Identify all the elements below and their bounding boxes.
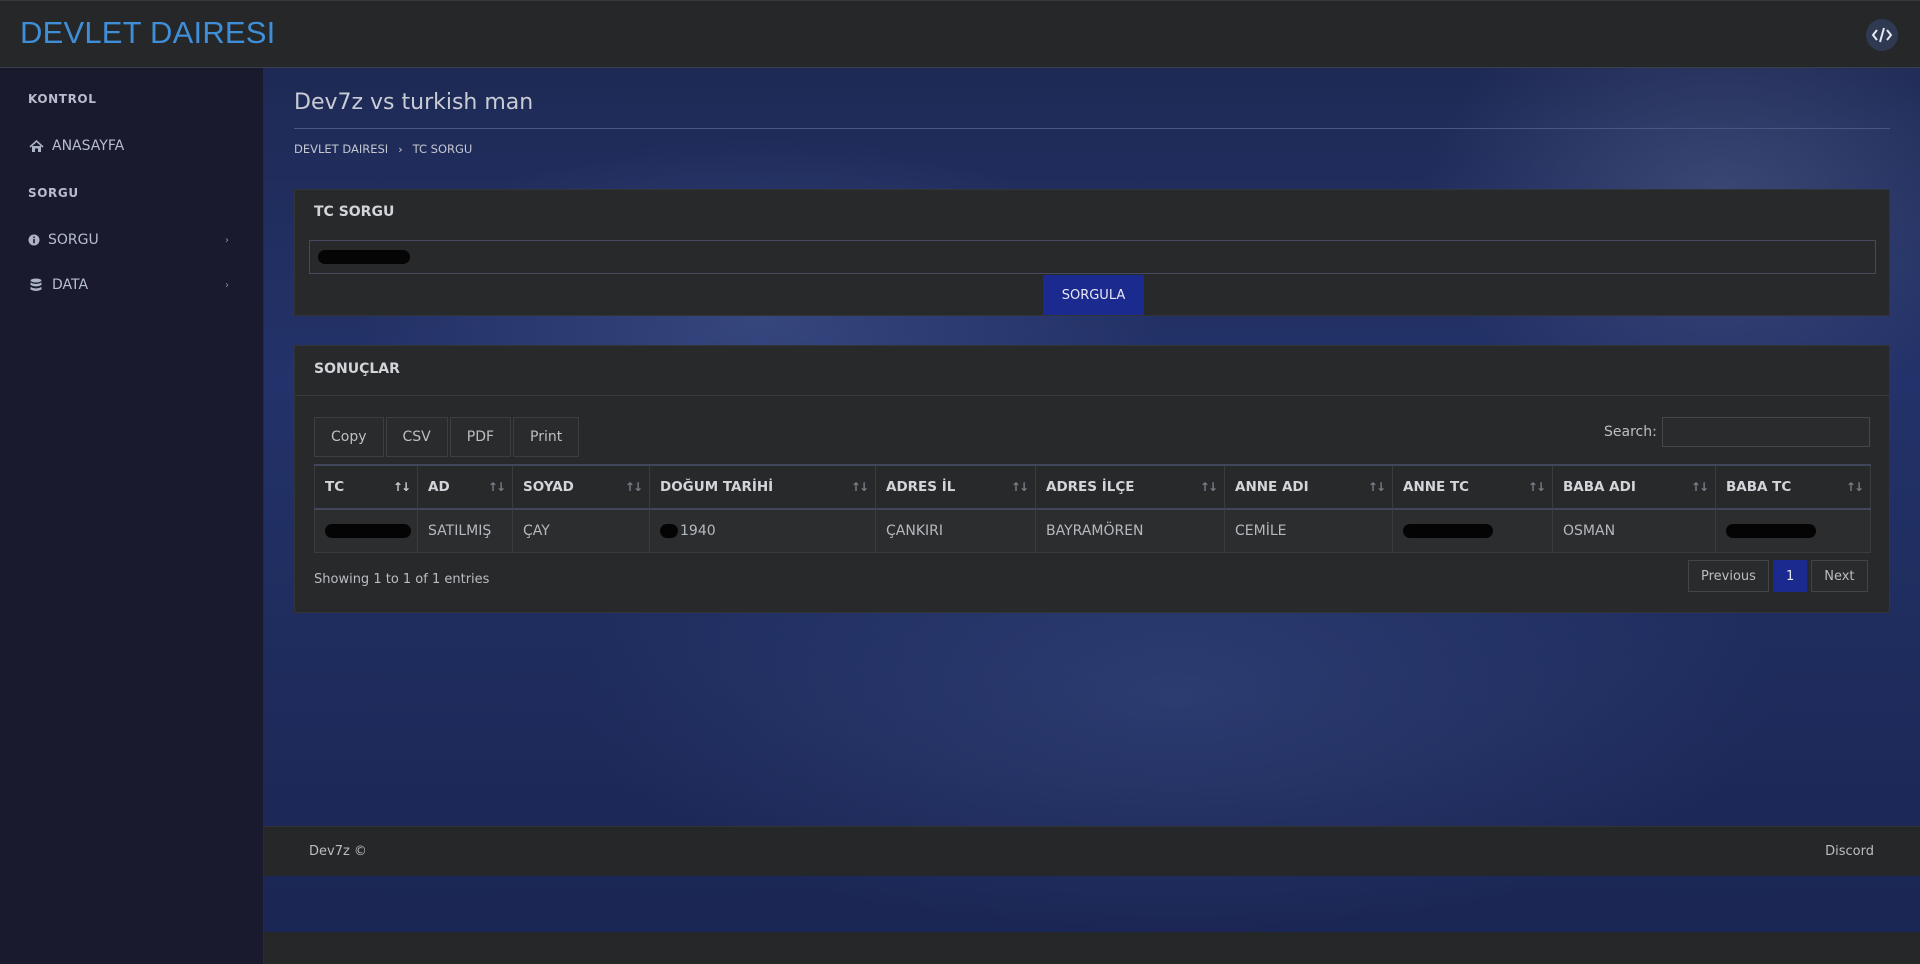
sort-icon: ↑↓	[1367, 480, 1386, 494]
redaction-mark	[1403, 523, 1493, 538]
code-logo-icon[interactable]	[1866, 19, 1898, 51]
info-icon	[24, 234, 44, 246]
column-header-baba-adi[interactable]: BABA ADI ↑↓	[1552, 464, 1716, 510]
sidebar-item-sorgu[interactable]: SORGU ›	[0, 225, 263, 255]
brand-title[interactable]: DEVLET DAIRESI	[20, 15, 275, 51]
home-icon	[26, 139, 46, 153]
sort-icon: ↑↓	[487, 480, 506, 494]
next-page-button[interactable]: Next	[1811, 560, 1868, 592]
chevron-right-icon: ›	[398, 142, 403, 156]
export-buttons: Copy CSV PDF Print	[314, 417, 580, 457]
sidebar-item-data[interactable]: DATA ›	[0, 270, 263, 300]
cell-soyad: ÇAY	[512, 509, 650, 553]
page-title: Dev7z vs turkish man	[294, 90, 534, 115]
copy-button[interactable]: Copy	[314, 417, 384, 457]
previous-page-button[interactable]: Previous	[1688, 560, 1769, 592]
sidebar-item-label: DATA	[52, 277, 89, 293]
table-row: SATILMIŞ ÇAY 1940 ÇANKIRI BAYRAMÖREN CEM…	[314, 509, 1871, 553]
column-header-anne-adi[interactable]: ANNE ADI ↑↓	[1224, 464, 1393, 510]
sort-icon: ↑↓	[1010, 480, 1029, 494]
sidebar: KONTROL ANASAYFA SORGU SORGU › DATA ›	[0, 68, 264, 964]
pagination: Previous 1 Next	[1688, 560, 1868, 592]
tc-input[interactable]	[309, 240, 1876, 274]
column-header-soyad[interactable]: SOYAD ↑↓	[512, 464, 650, 510]
redaction-mark	[660, 523, 678, 538]
sorgula-button[interactable]: SORGULA	[1043, 275, 1144, 315]
sidebar-item-anasayfa[interactable]: ANASAYFA	[0, 131, 263, 161]
sort-asc-icon: ↑↓	[392, 480, 411, 494]
card-title: TC SORGU	[314, 204, 395, 220]
tc-query-card: TC SORGU SORGULA	[294, 189, 1890, 316]
cell-baba-adi: OSMAN	[1552, 509, 1716, 553]
cell-adres-ilce: BAYRAMÖREN	[1035, 509, 1225, 553]
chevron-right-icon: ›	[225, 234, 229, 246]
sidebar-item-label: ANASAYFA	[52, 138, 125, 154]
discord-link[interactable]: Discord	[1825, 844, 1874, 859]
redaction-mark	[325, 523, 411, 538]
column-header-adres-ilce[interactable]: ADRES İLÇE ↑↓	[1035, 464, 1225, 510]
pdf-button[interactable]: PDF	[449, 417, 512, 457]
divider	[295, 395, 1889, 396]
divider	[294, 128, 1890, 129]
redaction-mark	[1726, 523, 1816, 538]
column-header-dogum-tarihi[interactable]: DOĞUM TARİHİ ↑↓	[649, 464, 876, 510]
sidebar-section-kontrol: KONTROL	[28, 92, 97, 106]
redaction-mark	[318, 250, 410, 264]
bottom-bar	[264, 932, 1920, 964]
column-header-tc[interactable]: TC ↑↓	[314, 464, 418, 510]
sidebar-item-label: SORGU	[48, 232, 99, 248]
sort-icon: ↑↓	[1527, 480, 1546, 494]
sidebar-section-sorgu: SORGU	[28, 186, 79, 200]
search-label: Search:	[1604, 424, 1657, 440]
cell-tc	[314, 509, 418, 553]
database-icon	[26, 278, 46, 292]
column-header-ad[interactable]: AD ↑↓	[417, 464, 513, 510]
chevron-right-icon: ›	[225, 279, 229, 291]
top-navbar: DEVLET DAIRESI	[0, 0, 1920, 68]
main-content: Dev7z vs turkish man DEVLET DAIRESI › TC…	[264, 68, 1920, 964]
cell-anne-tc	[1392, 509, 1553, 553]
results-table: TC ↑↓ AD ↑↓ SOYAD ↑↓ DOĞUM TARİHİ ↑↓ ADRES İ…	[314, 464, 1871, 553]
breadcrumb-item-home[interactable]: DEVLET DAIRESI	[294, 142, 388, 156]
column-header-adres-il[interactable]: ADRES İL ↑↓	[875, 464, 1036, 510]
cell-anne-adi: CEMİLE	[1224, 509, 1393, 553]
breadcrumb: DEVLET DAIRESI › TC SORGU	[294, 142, 472, 156]
cell-baba-tc	[1715, 509, 1871, 553]
sort-icon: ↑↓	[1199, 480, 1218, 494]
cell-dogum-tarihi: 1940	[649, 509, 876, 553]
card-title: SONUÇLAR	[314, 361, 400, 377]
cell-ad: SATILMIŞ	[417, 509, 513, 553]
sort-icon: ↑↓	[1690, 480, 1709, 494]
page-1-button[interactable]: 1	[1772, 560, 1808, 592]
sort-icon: ↑↓	[850, 480, 869, 494]
results-card: SONUÇLAR Copy CSV PDF Print Search: TC ↑↓…	[294, 345, 1890, 613]
table-info: Showing 1 to 1 of 1 entries	[314, 572, 490, 587]
csv-button[interactable]: CSV	[385, 417, 448, 457]
footer: Dev7z © Discord	[264, 826, 1920, 876]
breadcrumb-item-current: TC SORGU	[412, 142, 473, 156]
column-header-anne-tc[interactable]: ANNE TC ↑↓	[1392, 464, 1553, 510]
search-input[interactable]	[1662, 417, 1870, 447]
sort-icon: ↑↓	[624, 480, 643, 494]
column-header-baba-tc[interactable]: BABA TC ↑↓	[1715, 464, 1871, 510]
cell-adres-il: ÇANKIRI	[875, 509, 1036, 553]
print-button[interactable]: Print	[513, 417, 580, 457]
footer-copyright: Dev7z ©	[309, 844, 367, 859]
sort-icon: ↑↓	[1845, 480, 1864, 494]
table-header-row: TC ↑↓ AD ↑↓ SOYAD ↑↓ DOĞUM TARİHİ ↑↓ ADRES İ…	[314, 464, 1871, 510]
